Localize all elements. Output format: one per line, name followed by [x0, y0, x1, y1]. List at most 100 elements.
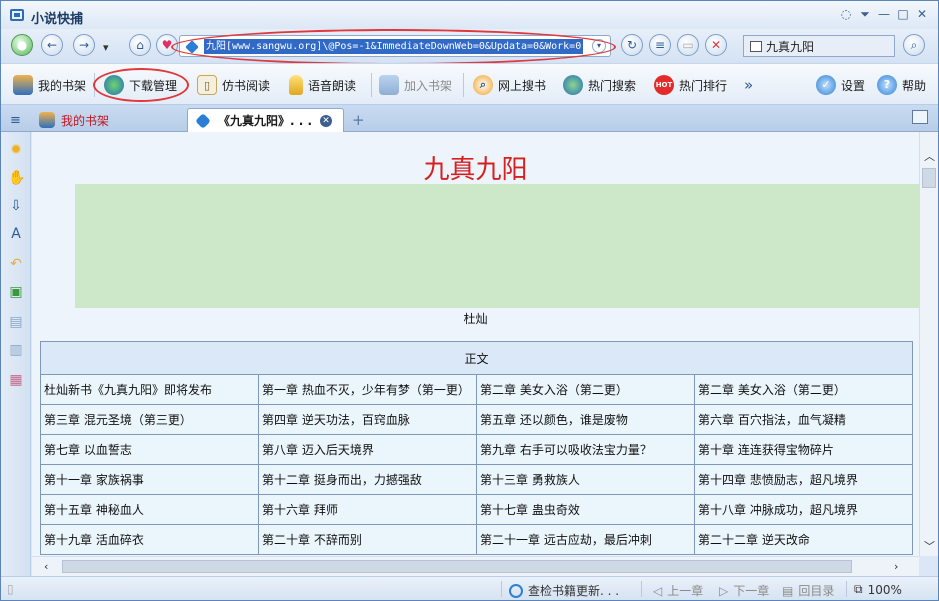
hot-rank-button[interactable]: HOT 热门排行 [654, 74, 727, 96]
history-dropdown-icon[interactable]: ▾ [103, 41, 109, 54]
add-to-shelf-label: 加入书架 [404, 78, 453, 93]
undo-icon[interactable]: ↶ [8, 256, 24, 272]
favorite-heart-button[interactable]: ♥ [156, 34, 178, 56]
chapter-link[interactable]: 第十三章 勇救族人 [476, 464, 695, 495]
vertical-scroll-thumb[interactable] [922, 168, 936, 188]
chapter-link[interactable]: 第二十一章 远古应劫，最后冲刺 [476, 524, 695, 555]
address-dropdown-icon[interactable]: ▾ [592, 39, 606, 53]
tab-bookshelf[interactable]: 我的书架 [39, 108, 109, 132]
status-divider [846, 581, 847, 597]
voice-reading-button[interactable]: 语音朗读 [289, 74, 356, 96]
chapter-link[interactable]: 第一章 热血不灭，少年有梦（第一更） [258, 374, 477, 405]
chapter-link[interactable]: 第二十章 不辞而别 [258, 524, 477, 555]
maximize-icon[interactable]: □ [896, 7, 910, 21]
address-bar[interactable]: 九阳[www.sangwu.org]\@Pos=-1&ImmediateDown… [179, 35, 611, 57]
reading-area: 九真九阳 杜灿 正文 杜灿新书《九真九阳》即将发布 第一章 热血不灭，少年有梦（… [32, 132, 919, 556]
scroll-right-icon[interactable]: › [894, 560, 898, 573]
scroll-left-icon[interactable]: ‹ [44, 560, 48, 573]
chapter-link[interactable]: 第十六章 拜师 [258, 494, 477, 525]
chapter-link[interactable]: 第二十二章 逆天改命 [693, 524, 914, 555]
status-bar: ▯ 查检书籍更新. . . ◁ 上一章 ▷ 下一章 ▤ 回目录 ⧉ 100% [1, 576, 938, 600]
zoom-control[interactable]: ⧉ 100% [854, 582, 902, 597]
chapter-link[interactable]: 第十章 连连获得宝物碎片 [693, 434, 914, 465]
page-icon [185, 40, 199, 54]
back-to-toc-button[interactable]: ▤ 回目录 [782, 582, 834, 599]
zoom-level: 100% [867, 582, 902, 597]
chapter-link[interactable]: 第五章 还以颜色，谁是废物 [476, 404, 695, 435]
minimize-down-icon[interactable]: ⏷ [858, 7, 872, 21]
chapter-link[interactable]: 第七章 以血誓志 [40, 434, 259, 465]
books-icon [13, 75, 33, 95]
toolbar-divider [94, 73, 95, 97]
prev-chapter-button[interactable]: ◁ 上一章 [653, 582, 703, 599]
new-tab-icon[interactable]: + [352, 108, 365, 132]
side-toolbar: ✹ ✋ ⇩ A ↶ ▣ ▤ ▥ ▦ [1, 132, 31, 576]
status-doc-icon: ▯ [7, 582, 14, 596]
auto-scroll-icon[interactable]: ⇩ [8, 198, 24, 214]
user-icon[interactable]: ● [11, 34, 33, 56]
list-button[interactable]: ≡ [649, 34, 671, 56]
window-layout-icon[interactable] [912, 110, 928, 124]
hot-search-button[interactable]: 热门搜索 [563, 74, 636, 96]
chapter-link[interactable]: 第十七章 蛊虫奇效 [476, 494, 695, 525]
tab-list-icon[interactable]: ≡ [10, 108, 21, 132]
chapter-link[interactable]: 第三章 混元圣境（第三更） [40, 404, 259, 435]
vertical-scrollbar[interactable]: ︿ ﹀ [919, 132, 938, 556]
next-chapter-label: 下一章 [733, 584, 770, 598]
more-tools-button[interactable]: » [744, 74, 753, 96]
chapter-link[interactable]: 第十九章 活血碎衣 [40, 524, 259, 555]
chapter-link[interactable]: 第十八章 冲脉成功，超凡境界 [693, 494, 914, 525]
title-bar: 小说快捕 ◌ ⏷ — □ ✕ [1, 1, 938, 29]
stop-button[interactable]: ✕ [705, 34, 727, 56]
brightness-icon[interactable]: ✹ [8, 142, 24, 158]
scroll-up-icon[interactable]: ︿ [924, 148, 935, 164]
chapter-link[interactable]: 第十一章 家族祸事 [40, 464, 259, 495]
horizontal-scroll-thumb[interactable] [62, 560, 852, 573]
forward-doc-icon[interactable]: ▥ [8, 342, 24, 358]
forward-button[interactable]: → [73, 34, 95, 56]
settings-button[interactable]: ✓ 设置 [816, 74, 865, 96]
refresh-button[interactable]: ↻ [621, 34, 643, 56]
scroll-down-icon[interactable]: ﹀ [924, 538, 935, 554]
web-search-button[interactable]: ⌕ 网上搜书 [473, 74, 546, 96]
toc-header: 正文 [39, 341, 914, 375]
export-icon[interactable]: ▣ [8, 284, 24, 300]
chapter-link[interactable]: 第九章 右手可以吸收法宝力量？ [476, 434, 695, 465]
font-icon[interactable]: A [8, 226, 24, 242]
back-button[interactable]: ← [41, 34, 63, 56]
chapter-link[interactable]: 第二章 美女入浴（第二更） [476, 374, 695, 405]
search-box[interactable] [743, 35, 895, 57]
chapter-link[interactable]: 第八章 迈入后天境界 [258, 434, 477, 465]
chat-icon[interactable]: ◌ [839, 7, 853, 21]
search-input[interactable] [766, 38, 892, 54]
chapter-link[interactable]: 杜灿新书《九真九阳》即将发布 [40, 374, 259, 405]
home-button[interactable]: ⌂ [129, 34, 151, 56]
chapter-link[interactable]: 第十四章 悲愤励志，超凡境界 [693, 464, 914, 495]
my-bookshelf-button[interactable]: 我的书架 [13, 74, 86, 96]
help-button[interactable]: ? 帮助 [877, 74, 926, 96]
add-to-shelf-button[interactable]: 加入书架 [379, 74, 452, 96]
chapter-link[interactable]: 第二章 美女入浴（第二更） [693, 374, 914, 405]
close-icon[interactable]: ✕ [915, 7, 929, 21]
download-manager-button[interactable]: 下载管理 [104, 74, 177, 96]
table-row: 第十一章 家族祸事 第十二章 挺身而出，力撼强敌 第十三章 勇救族人 第十四章 … [40, 464, 914, 495]
import-icon[interactable]: ▤ [8, 314, 24, 330]
chapter-link[interactable]: 第十五章 神秘血人 [40, 494, 259, 525]
horizontal-scrollbar[interactable]: ‹ › [32, 556, 919, 576]
help-label: 帮助 [902, 78, 927, 93]
address-input[interactable]: 九阳[www.sangwu.org]\@Pos=-1&ImmediateDown… [204, 39, 584, 54]
chapter-link[interactable]: 第六章 百穴指法，血气凝精 [693, 404, 914, 435]
search-icon[interactable]: ⌕ [903, 34, 925, 56]
app-window: 小说快捕 ◌ ⏷ — □ ✕ ● ← → ▾ ⌂ ♥ 九阳[www.sangwu… [0, 0, 939, 601]
tab-book[interactable]: 《九真九阳》. . . ✕ [187, 108, 344, 132]
minimize-icon[interactable]: — [877, 7, 891, 21]
delete-doc-icon[interactable]: ▦ [8, 372, 24, 388]
tab-close-icon[interactable]: ✕ [320, 114, 333, 127]
hand-icon[interactable]: ✋ [8, 170, 25, 186]
next-chapter-button[interactable]: ▷ 下一章 [719, 582, 769, 599]
check-updates-button[interactable]: 查检书籍更新. . . [509, 582, 619, 599]
page-button[interactable]: ▭ [677, 34, 699, 56]
chapter-link[interactable]: 第四章 逆天功法，百窍血脉 [258, 404, 477, 435]
book-reading-button[interactable]: ▯ 仿书阅读 [197, 74, 270, 96]
chapter-link[interactable]: 第十二章 挺身而出，力撼强敌 [258, 464, 477, 495]
